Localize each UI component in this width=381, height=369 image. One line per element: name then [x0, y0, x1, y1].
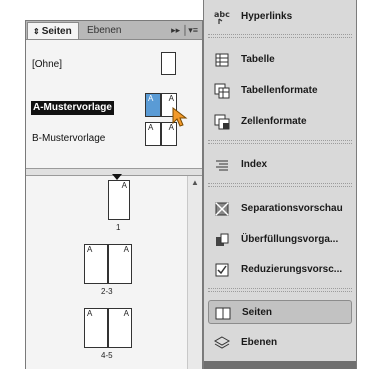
dock-separator [208, 183, 352, 187]
master-label: [Ohne] [32, 59, 63, 70]
dock-item-seiten[interactable]: Seiten [208, 300, 352, 324]
dock-item-ebenen[interactable]: Ebenen [208, 331, 352, 355]
tab-seiten[interactable]: ⇕ Seiten [27, 22, 79, 39]
dock-separator [208, 288, 352, 292]
panel-menu-button[interactable]: ▸▸ │▾≡ [171, 21, 198, 39]
pages-scrollbar[interactable]: ▲ [187, 176, 202, 369]
table-icon [215, 53, 229, 67]
panel-tabbar: ⇕ Seiten Ebenen ▸▸ │▾≡ [26, 21, 202, 40]
dock-item-index[interactable]: Index [208, 153, 352, 177]
dock-item-hyperlinks[interactable]: abc Hyperlinks [208, 5, 352, 29]
dock-item-tabellenformate[interactable]: Tabellenformate [208, 79, 352, 103]
page-thumb: A [108, 308, 132, 348]
dock-separator [208, 34, 352, 38]
pages-panel: ⇕ Seiten Ebenen ▸▸ │▾≡ [Ohne] A-Mustervor… [25, 20, 203, 369]
page-number: 4-5 [101, 351, 113, 360]
separations-preview-icon [215, 202, 229, 216]
page-thumb: A [108, 244, 132, 284]
dock-item-zellenformate[interactable]: Zellenformate [208, 110, 352, 134]
dock-item-separationsvorschau[interactable]: Separationsvorschau [208, 197, 352, 221]
tab-ebenen[interactable]: Ebenen [82, 22, 128, 39]
page-thumb: A [108, 180, 130, 220]
dock-item-reduzierungsvorschau[interactable]: Reduzierungsvorsc... [208, 258, 352, 282]
dock-item-tabelle[interactable]: Tabelle [208, 48, 352, 72]
layers-icon [214, 336, 230, 349]
collapse-arrows-icon: ⇕ [33, 27, 40, 36]
page-number: 1 [116, 223, 121, 232]
svg-text:abc: abc [214, 10, 230, 19]
master-thumb-b-left: A [145, 122, 161, 146]
trap-presets-icon [216, 233, 229, 246]
dock-item-ueberfuellungsvorgaben[interactable]: Überfüllungsvorga... [208, 228, 352, 252]
page-thumb: A [84, 308, 108, 348]
scroll-up-arrow-icon[interactable]: ▲ [191, 178, 199, 187]
page-thumb: A [84, 244, 108, 284]
master-thumb-a-left: A [145, 93, 161, 117]
table-styles-icon [214, 83, 230, 99]
hyperlinks-icon: abc [214, 10, 230, 24]
master-thumb-none [161, 52, 176, 75]
drag-cursor-icon [172, 107, 188, 127]
pages-icon [215, 307, 231, 320]
pages-area: A 1 A A 2-3 A A 4-5 [26, 174, 188, 369]
master-label: A-Mustervorlage [31, 101, 114, 115]
masters-section: [Ohne] A-Mustervorlage A A B-Mustervorla… [26, 40, 202, 168]
index-icon [216, 160, 228, 171]
dock-footer [204, 361, 356, 369]
page-number: 2-3 [101, 287, 113, 296]
master-item-none[interactable]: [Ohne] [26, 52, 202, 78]
dock-separator [208, 140, 352, 144]
cell-styles-icon [214, 114, 230, 130]
flattener-preview-icon [215, 263, 229, 277]
panel-dock: abc Hyperlinks Tabelle Tabellenformate Z… [203, 0, 357, 369]
master-label: B-Mustervorlage [32, 133, 106, 144]
